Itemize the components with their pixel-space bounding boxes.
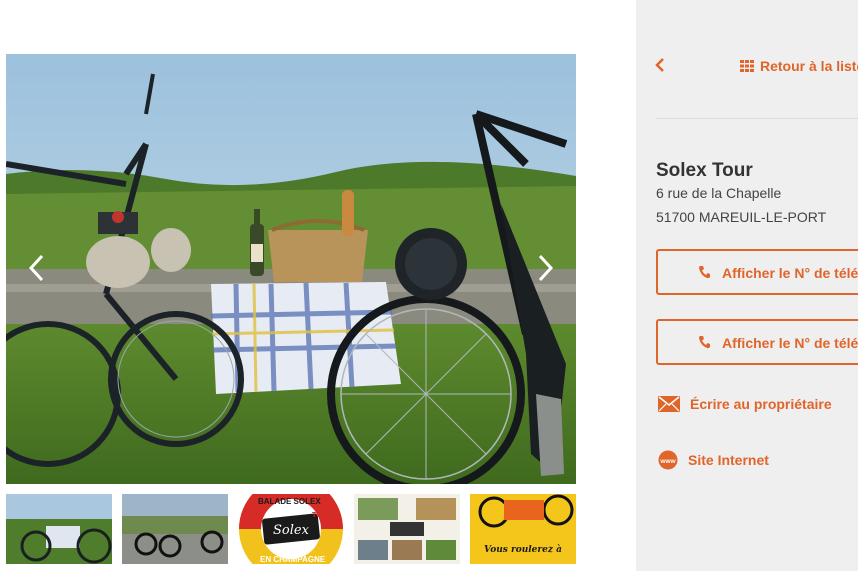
write-owner-label: Écrire au propriétaire — [690, 396, 832, 412]
website-label: Site Internet — [688, 452, 769, 468]
divider — [656, 118, 858, 119]
phone-icon — [699, 336, 710, 349]
thumbnail-image: Solex BALADE SOLEX EN CHAMPAGNE TOUR! — [238, 494, 344, 564]
thumb-ring-text-bottom: EN CHAMPAGNE — [260, 555, 326, 564]
thumbnail-5[interactable]: Vous roulerez à — [470, 494, 576, 564]
thumbnail-strip: Solex BALADE SOLEX EN CHAMPAGNE TOUR! Vo… — [6, 494, 576, 564]
thumbnail-1[interactable] — [6, 494, 112, 564]
photo-solex-picnic — [6, 54, 576, 484]
thumb-ring-text-top: BALADE SOLEX — [258, 497, 321, 506]
contact-sidebar: Retour à la liste Solex Tour 6 rue de la… — [636, 0, 858, 571]
thumbnail-image — [6, 494, 112, 564]
show-phone-button-1[interactable]: Afficher le N° de téléphone — [656, 249, 858, 295]
chevron-right-icon — [538, 254, 554, 282]
thumb-logo-text: Solex — [273, 523, 310, 538]
thumbnail-3[interactable]: Solex BALADE SOLEX EN CHAMPAGNE TOUR! — [238, 494, 344, 564]
svg-text:www: www — [659, 458, 676, 465]
phone-icon — [699, 266, 710, 279]
thumb-caption: Vous roulerez à — [484, 544, 562, 555]
www-icon: www — [658, 450, 678, 470]
back-button[interactable] — [654, 56, 670, 76]
envelope-icon — [658, 396, 680, 412]
main-photo[interactable] — [6, 54, 576, 484]
show-phone-label: Afficher le N° de téléphone — [722, 335, 858, 351]
show-phone-button-2[interactable]: Afficher le N° de téléphone — [656, 319, 858, 365]
thumbnail-4[interactable] — [354, 494, 460, 564]
chevron-left-icon — [28, 254, 44, 282]
back-to-list-link[interactable]: Retour à la liste — [740, 58, 858, 74]
chevron-left-icon — [655, 58, 664, 72]
address-line-1: 6 rue de la Chapelle — [656, 185, 782, 201]
thumbnail-image — [122, 494, 228, 564]
thumbnail-image: Vous roulerez à — [470, 494, 576, 564]
thumbnail-2[interactable] — [122, 494, 228, 564]
thumbnail-image — [354, 494, 460, 564]
address-line-2: 51700 MAREUIL-LE-PORT — [656, 209, 827, 225]
thumb-tour-text: TOUR! — [312, 512, 334, 519]
gallery-prev-button[interactable] — [18, 244, 54, 292]
write-owner-link[interactable]: Écrire au propriétaire — [658, 396, 832, 412]
gallery-next-button[interactable] — [528, 244, 564, 292]
show-phone-label: Afficher le N° de téléphone — [722, 265, 858, 281]
website-link[interactable]: www Site Internet — [658, 450, 769, 470]
grid-icon — [740, 60, 754, 72]
back-to-list-label: Retour à la liste — [760, 58, 858, 74]
company-name: Solex Tour — [656, 160, 753, 181]
